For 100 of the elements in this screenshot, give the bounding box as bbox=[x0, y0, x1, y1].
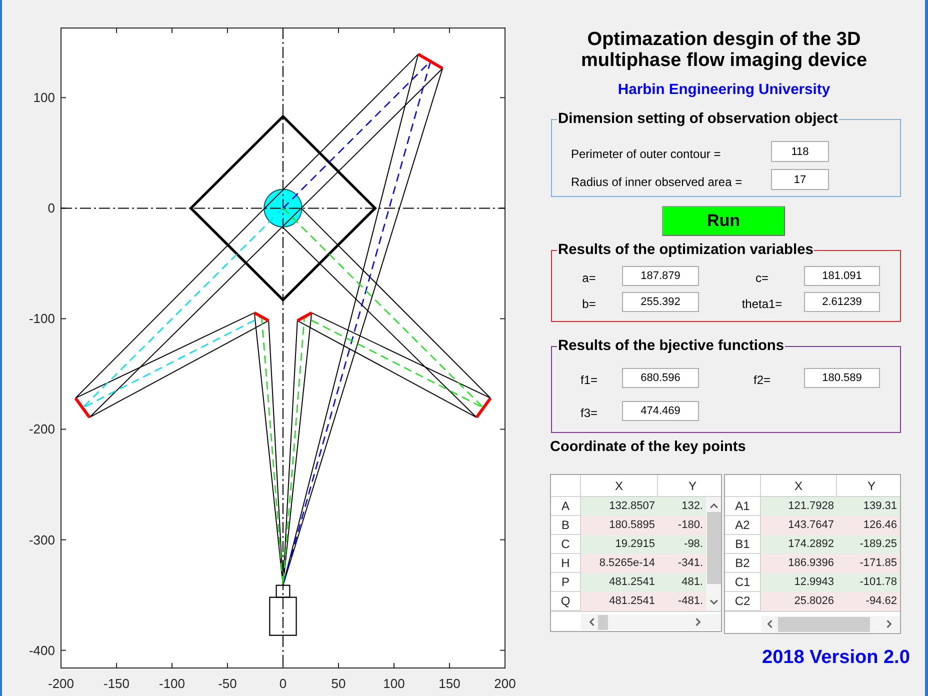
column-header[interactable]: Y bbox=[837, 475, 900, 496]
table-cell: 25.8026 bbox=[761, 592, 837, 611]
tick-label: -200 bbox=[28, 422, 55, 437]
horizontal-scrollbar[interactable] bbox=[761, 616, 900, 632]
table-cell: 12.9943 bbox=[761, 573, 837, 592]
university-name: Harbin Engineering University bbox=[616, 81, 832, 99]
column-header[interactable]: X bbox=[581, 475, 658, 496]
camera-drawing bbox=[269, 584, 297, 636]
table-cell: 132. bbox=[658, 497, 706, 516]
scrollbar-thumb[interactable] bbox=[598, 614, 608, 630]
scrollbar-thumb[interactable] bbox=[706, 512, 720, 584]
row-header[interactable]: C1 bbox=[725, 573, 761, 592]
table-cell: 8.5265e-14 bbox=[581, 554, 658, 573]
horizontal-scrollbar[interactable] bbox=[581, 614, 721, 630]
tick-label: 200 bbox=[494, 676, 516, 691]
table-cell: -101.78 bbox=[837, 573, 900, 592]
chevron-down-icon[interactable] bbox=[710, 599, 718, 605]
tick-label: 100 bbox=[33, 90, 55, 106]
value-field[interactable]: 187.879 bbox=[622, 266, 699, 286]
row-header[interactable]: P bbox=[551, 573, 581, 592]
mirror-line bbox=[475, 397, 492, 418]
row-header[interactable]: A bbox=[551, 497, 581, 516]
row-header[interactable]: H bbox=[551, 554, 581, 573]
scrollbar-thumb[interactable] bbox=[778, 616, 870, 632]
row-header[interactable]: Q bbox=[551, 592, 581, 611]
value-field[interactable]: 255.392 bbox=[622, 292, 699, 312]
row-header[interactable]: B1 bbox=[725, 535, 761, 554]
table-cell: 174.2892 bbox=[761, 535, 837, 554]
tick-label: -200 bbox=[48, 676, 74, 691]
table-cell: 481.2541 bbox=[581, 573, 658, 592]
value-field[interactable]: 474.469 bbox=[622, 401, 699, 421]
value-field[interactable]: 118 bbox=[771, 141, 829, 162]
field-label: a= bbox=[581, 270, 597, 284]
value-field[interactable]: 17 bbox=[771, 169, 829, 190]
row-header[interactable]: C bbox=[551, 535, 581, 554]
group-title: Results of the optimization variables bbox=[557, 241, 814, 259]
chevron-left-icon[interactable] bbox=[589, 618, 595, 626]
field-label: f2= bbox=[752, 372, 772, 386]
tick-label: -100 bbox=[158, 676, 186, 691]
tick-label: 0 bbox=[279, 676, 287, 691]
section-heading: Coordinate of the key points bbox=[550, 438, 746, 456]
field-label: f3= bbox=[579, 404, 598, 420]
value-field[interactable]: 181.091 bbox=[804, 266, 880, 286]
table-cell: 481. bbox=[658, 573, 706, 592]
value-field[interactable]: 680.596 bbox=[622, 368, 699, 388]
table-cell: -481. bbox=[658, 592, 706, 611]
table-cell: -341. bbox=[658, 554, 706, 573]
table-cell: 126.46 bbox=[837, 516, 900, 535]
row-header[interactable]: B bbox=[551, 516, 581, 535]
observed-area-circle bbox=[264, 188, 302, 228]
mirror-line bbox=[254, 312, 270, 322]
mirror-line bbox=[296, 312, 312, 322]
row-header[interactable]: B2 bbox=[725, 554, 761, 573]
field-label: Perimeter of outer contour = bbox=[571, 146, 722, 160]
chevron-right-icon[interactable] bbox=[886, 620, 892, 628]
tick-label: -300 bbox=[28, 532, 55, 548]
table-cell: 19.2915 bbox=[581, 535, 658, 554]
field-label: b= bbox=[581, 296, 597, 310]
field-label: theta1= bbox=[740, 296, 784, 310]
table-cell: 139.31 bbox=[837, 497, 900, 516]
tick-label: -400 bbox=[28, 642, 55, 658]
row-header[interactable]: A2 bbox=[725, 516, 761, 535]
tick-label: -150 bbox=[103, 676, 130, 691]
tick-label: 0 bbox=[48, 200, 55, 216]
field-label: f1= bbox=[579, 372, 598, 386]
field-label: c= bbox=[754, 270, 770, 284]
table-cell: 121.7928 bbox=[761, 497, 837, 516]
version-label: 2018 Version 2.0 bbox=[762, 647, 910, 669]
table-cell: 180.5895 bbox=[581, 516, 658, 535]
field-label: Radius of inner observed area = bbox=[571, 174, 744, 188]
app-title: Optimazation desgin of the 3D multiphase flow imaging device bbox=[580, 29, 868, 71]
table-cell: 132.8507 bbox=[581, 497, 658, 516]
table-cell: -171.85 bbox=[837, 554, 900, 573]
tick-label: 150 bbox=[438, 676, 460, 691]
table-cell: 143.7647 bbox=[761, 516, 837, 535]
value-field[interactable]: 2.61239 bbox=[804, 292, 880, 312]
chevron-left-icon[interactable] bbox=[767, 620, 773, 628]
tick-label: -100 bbox=[28, 311, 55, 326]
mirror-line bbox=[74, 397, 91, 418]
tick-label: 50 bbox=[331, 676, 346, 691]
table-cell: -180. bbox=[658, 516, 706, 535]
table-cell: -94.62 bbox=[837, 592, 900, 611]
column-header[interactable]: Y bbox=[658, 475, 721, 496]
run-button[interactable]: Run bbox=[662, 206, 785, 236]
table-cell: 481.2541 bbox=[581, 592, 658, 611]
row-header[interactable]: A1 bbox=[725, 497, 761, 516]
group-title: Dimension setting of observation object bbox=[557, 110, 839, 128]
chevron-up-icon[interactable] bbox=[710, 503, 718, 509]
table-cell: -98. bbox=[658, 535, 706, 554]
table-cell: 186.9396 bbox=[761, 554, 837, 573]
vertical-scrollbar[interactable] bbox=[706, 497, 721, 611]
group-title: Results of the bjective functions bbox=[557, 337, 786, 355]
table-cell: -189.25 bbox=[837, 535, 900, 554]
value-field[interactable]: 180.589 bbox=[804, 368, 880, 388]
tick-label: 100 bbox=[383, 676, 405, 691]
column-header[interactable]: X bbox=[761, 475, 837, 496]
row-header[interactable]: C2 bbox=[725, 592, 761, 611]
mirror-line bbox=[417, 52, 444, 70]
tick-label: -50 bbox=[218, 676, 237, 691]
chevron-right-icon[interactable] bbox=[695, 618, 701, 626]
